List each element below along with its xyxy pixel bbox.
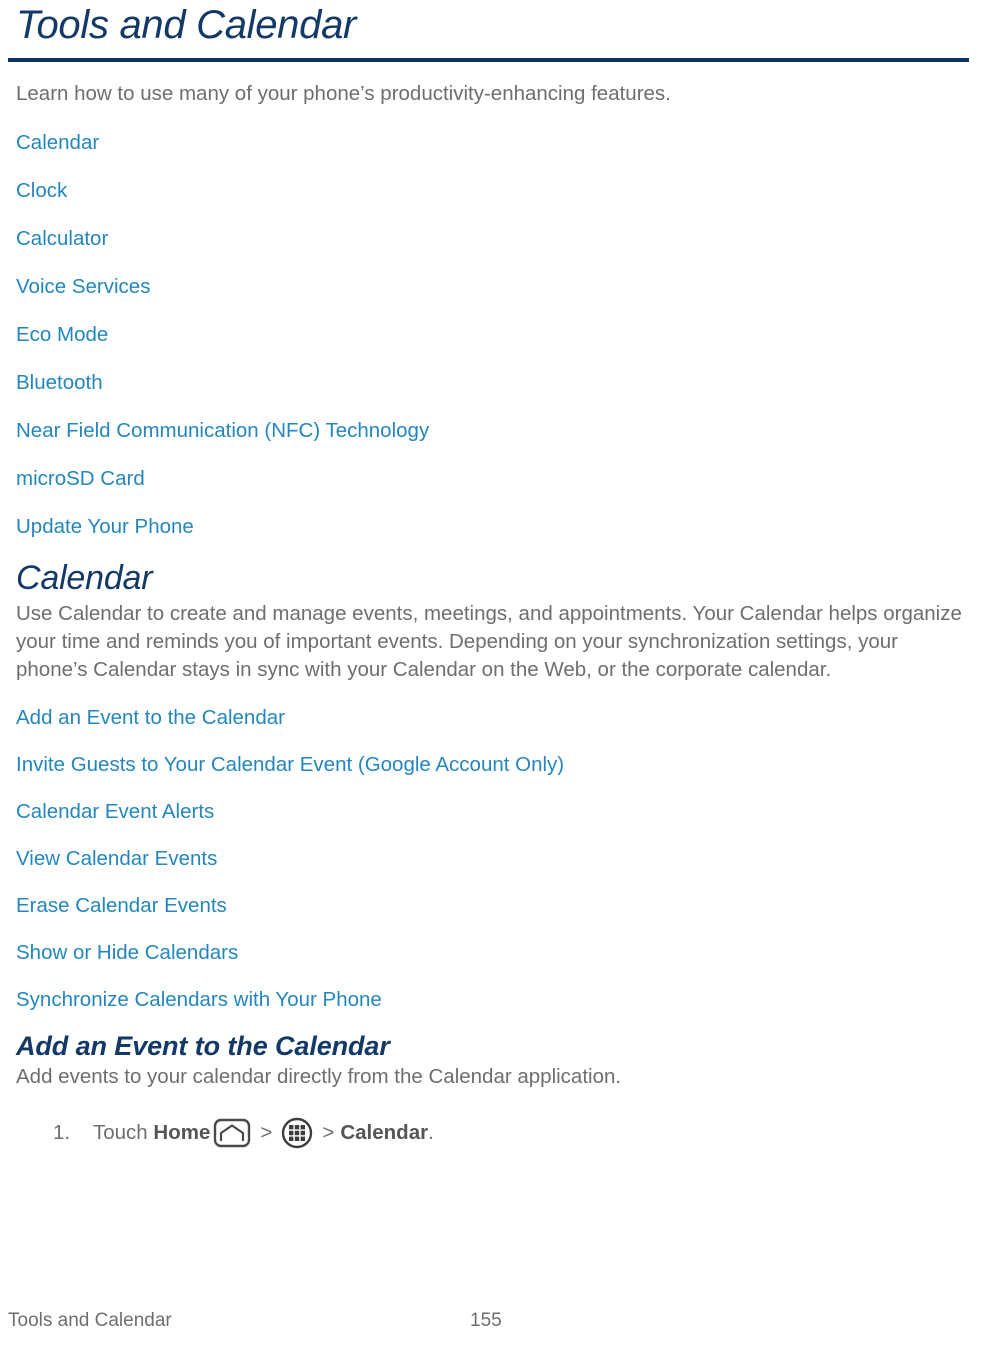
list-item: Calendar Event Alerts (8, 799, 973, 825)
toc-link-calendar[interactable]: Calendar (8, 130, 973, 156)
add-event-description: Add events to your calendar directly fro… (16, 1065, 622, 1088)
calendar-toc-list: Add an Event to the Calendar Invite Gues… (8, 705, 973, 1013)
list-item: microSD Card (8, 466, 973, 492)
apps-grid-icon (281, 1117, 313, 1149)
toc-link-voice-services[interactable]: Voice Services (8, 274, 973, 300)
toc-link-calendar-event-alerts[interactable]: Calendar Event Alerts (8, 799, 973, 825)
list-item: Calendar (8, 130, 973, 156)
sub-heading-add-an-event: Add an Event to the Calendar (16, 1031, 390, 1061)
page-footer: Tools and Calendar 155 (0, 1308, 981, 1334)
title-divider (8, 58, 969, 62)
toc-link-show-or-hide-calendars[interactable]: Show or Hide Calendars (8, 940, 973, 966)
document-page: Tools and Calendar Learn how to use many… (0, 0, 981, 1356)
list-item: Voice Services (8, 274, 973, 300)
section-heading-calendar: Calendar (16, 559, 153, 597)
list-item: Invite Guests to Your Calendar Event (Go… (8, 752, 973, 778)
toc-link-calculator[interactable]: Calculator (8, 226, 973, 252)
toc-link-synchronize-calendars[interactable]: Synchronize Calendars with Your Phone (8, 987, 973, 1013)
list-item: Bluetooth (8, 370, 973, 396)
list-item: Update Your Phone (8, 514, 973, 540)
chapter-toc-list: Calendar Clock Calculator Voice Services… (8, 130, 973, 540)
home-icon (213, 1118, 251, 1148)
step-lead-text: Touch (93, 1121, 154, 1144)
toc-link-add-an-event[interactable]: Add an Event to the Calendar (8, 705, 973, 731)
footer-chapter-label: Tools and Calendar (8, 1310, 172, 1331)
list-item: Eco Mode (8, 322, 973, 348)
list-item: Clock (8, 178, 973, 204)
toc-link-invite-guests[interactable]: Invite Guests to Your Calendar Event (Go… (8, 752, 973, 778)
list-item: View Calendar Events (8, 846, 973, 872)
list-item: Erase Calendar Events (8, 893, 973, 919)
step-separator-1: > (260, 1121, 273, 1144)
list-item: Synchronize Calendars with Your Phone (8, 987, 973, 1013)
step-item-1: 1. Touch Home > > Calendar . (8, 1117, 973, 1149)
step-period: . (428, 1121, 434, 1144)
page-title: Tools and Calendar (16, 3, 357, 47)
toc-link-eco-mode[interactable]: Eco Mode (8, 322, 973, 348)
toc-link-nfc[interactable]: Near Field Communication (NFC) Technolog… (8, 418, 973, 444)
toc-link-microsd-card[interactable]: microSD Card (8, 466, 973, 492)
list-item: Show or Hide Calendars (8, 940, 973, 966)
step-number: 1. (53, 1121, 71, 1144)
procedure-steps: 1. Touch Home > > Calendar . (8, 1117, 973, 1149)
footer-page-number: 155 (470, 1310, 502, 1331)
toc-link-view-calendar-events[interactable]: View Calendar Events (8, 846, 973, 872)
step-text: Touch Home > > Calendar . (93, 1117, 434, 1149)
toc-link-erase-calendar-events[interactable]: Erase Calendar Events (8, 893, 973, 919)
list-item: Add an Event to the Calendar (8, 705, 973, 731)
toc-link-bluetooth[interactable]: Bluetooth (8, 370, 973, 396)
home-key-label: Home (153, 1121, 211, 1144)
toc-link-update-your-phone[interactable]: Update Your Phone (8, 514, 973, 540)
step-separator-2: > (322, 1121, 335, 1144)
intro-paragraph: Learn how to use many of your phone’s pr… (16, 82, 671, 105)
list-item: Near Field Communication (NFC) Technolog… (8, 418, 973, 444)
toc-link-clock[interactable]: Clock (8, 178, 973, 204)
list-item: Calculator (8, 226, 973, 252)
step-target-label: Calendar (340, 1121, 429, 1144)
calendar-description: Use Calendar to create and manage events… (16, 602, 962, 681)
